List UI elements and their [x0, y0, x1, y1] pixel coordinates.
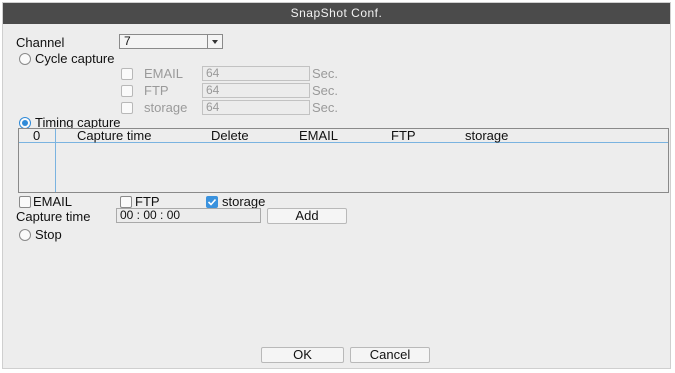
stop-radio[interactable]: [19, 229, 31, 241]
cycle-email-checkbox[interactable]: [121, 68, 133, 80]
chevron-down-icon: [207, 35, 222, 48]
table-header: 0 Capture time Delete EMAIL FTP storage: [19, 129, 668, 143]
timing-schedule-table: 0 Capture time Delete EMAIL FTP storage: [18, 128, 669, 193]
col-index: 0: [33, 128, 41, 143]
cycle-storage-unit: Sec.: [312, 100, 339, 115]
cancel-button[interactable]: Cancel: [350, 347, 430, 363]
cycle-ftp-label: FTP: [144, 83, 169, 98]
storage-label: storage: [222, 194, 266, 209]
stop-label: Stop: [35, 227, 62, 242]
cycle-capture-label: Cycle capture: [35, 51, 115, 66]
column-divider: [55, 129, 56, 192]
ftp-checkbox[interactable]: [120, 196, 132, 208]
cycle-storage-label: storage: [144, 100, 188, 115]
col-ftp: FTP: [391, 128, 416, 143]
email-label: EMAIL: [33, 194, 73, 209]
ok-button[interactable]: OK: [261, 347, 344, 363]
cycle-storage-checkbox[interactable]: [121, 102, 133, 114]
cycle-email-unit: Sec.: [312, 66, 339, 81]
check-icon: [207, 198, 217, 206]
cycle-email-interval[interactable]: 64: [202, 66, 310, 81]
channel-label: Channel: [16, 35, 65, 50]
col-delete: Delete: [211, 128, 249, 143]
cycle-ftp-unit: Sec.: [312, 83, 339, 98]
col-capture-time: Capture time: [77, 128, 152, 143]
cycle-ftp-checkbox[interactable]: [121, 85, 133, 97]
cycle-storage-interval[interactable]: 64: [202, 100, 310, 115]
cycle-email-label: EMAIL: [144, 66, 184, 81]
channel-value: 7: [124, 34, 131, 48]
email-checkbox[interactable]: [19, 196, 31, 208]
snapshot-dialog: SnapShot Conf. Channel 7 Cycle capture E…: [2, 2, 671, 369]
dialog-title: SnapShot Conf.: [3, 3, 670, 24]
capture-time-input[interactable]: 00 : 00 : 00: [116, 208, 261, 223]
add-button[interactable]: Add: [267, 208, 347, 224]
channel-select[interactable]: 7: [119, 34, 223, 49]
ftp-label: FTP: [135, 194, 160, 209]
cycle-capture-radio[interactable]: [19, 53, 31, 65]
cycle-ftp-interval[interactable]: 64: [202, 83, 310, 98]
storage-checkbox[interactable]: [206, 196, 218, 208]
capture-time-label: Capture time: [16, 209, 91, 224]
col-storage: storage: [465, 128, 509, 143]
col-email: EMAIL: [299, 128, 339, 143]
